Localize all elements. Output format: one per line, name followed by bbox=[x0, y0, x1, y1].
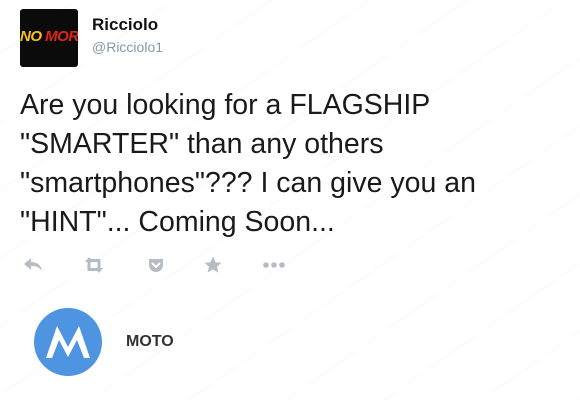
star-icon bbox=[204, 256, 222, 273]
reply-icon bbox=[24, 258, 42, 271]
user-handle[interactable]: @Ricciolo1 bbox=[92, 39, 163, 55]
tweet-text: Are you looking for a FLAGSHIP "SMARTER"… bbox=[20, 86, 565, 242]
pocket-icon bbox=[149, 259, 163, 272]
brand-label: MOTO bbox=[126, 333, 174, 350]
tweet-text-line: "HINT"... Coming Soon... bbox=[20, 206, 335, 238]
retweet-button[interactable] bbox=[81, 255, 107, 275]
tweet-text-line: Are you looking for a FLAGSHIP bbox=[20, 89, 431, 121]
more-icon bbox=[263, 262, 285, 268]
tweet-text-line: "SMARTER" than any others bbox=[20, 128, 384, 160]
tweet-text-line: "smartphones"??? I can give you an bbox=[20, 167, 476, 199]
more-button[interactable] bbox=[261, 255, 287, 275]
avatar-text-no: NO bbox=[20, 28, 42, 45]
favorite-button[interactable] bbox=[203, 255, 223, 275]
motorola-logo-icon bbox=[34, 308, 102, 376]
retweet-icon bbox=[85, 257, 103, 273]
avatar-text-more: MORE bbox=[45, 28, 78, 45]
save-button[interactable] bbox=[146, 255, 166, 275]
avatar[interactable]: NO MORE bbox=[20, 9, 78, 67]
reply-button[interactable] bbox=[22, 255, 44, 275]
avatar-logo-text: NO MORE bbox=[20, 28, 78, 45]
display-name[interactable]: Ricciolo bbox=[92, 15, 158, 35]
tweet-card: NO MORE Ricciolo @Ricciolo1 Are you look… bbox=[0, 0, 580, 400]
brand-card[interactable]: MOTO bbox=[34, 308, 434, 376]
